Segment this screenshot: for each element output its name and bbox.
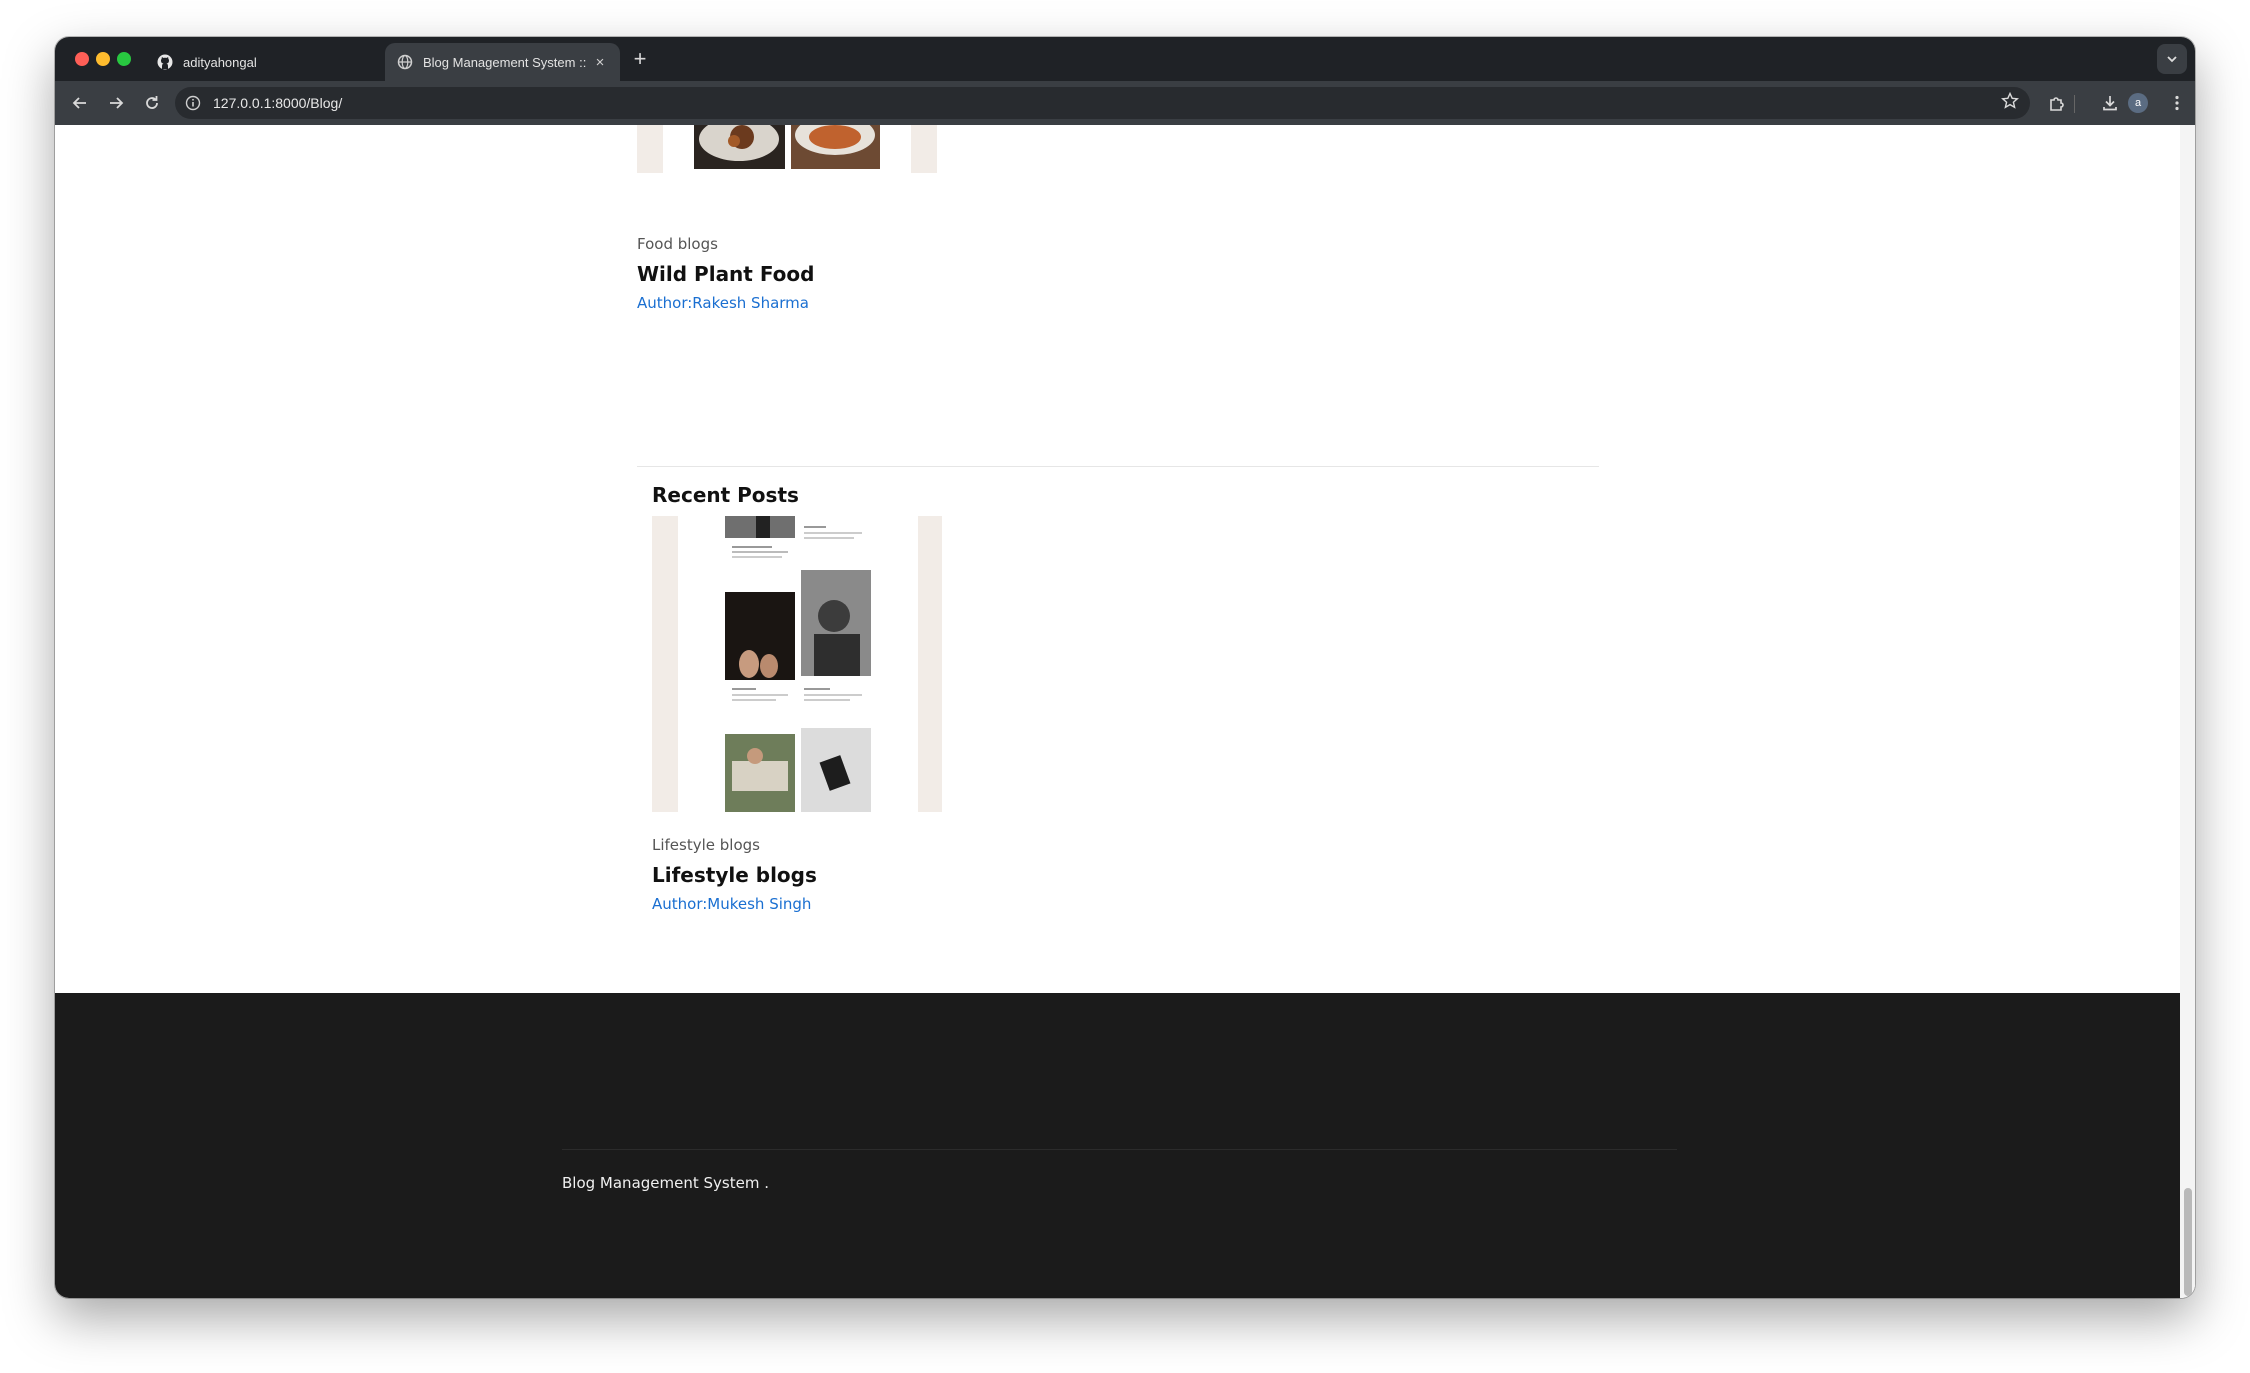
chevron-down-icon — [2167, 56, 2177, 63]
url-text: 127.0.0.1:8000/Blog/ — [213, 95, 343, 111]
post-author-link[interactable]: Author:Mukesh Singh — [652, 895, 811, 913]
minimize-window-button[interactable] — [96, 52, 110, 66]
post-author-link[interactable]: Author:Rakesh Sharma — [637, 294, 809, 312]
post-category: Food blogs — [637, 235, 718, 253]
forward-icon[interactable] — [105, 92, 127, 114]
globe-icon — [397, 54, 413, 70]
site-footer: Blog Management System . — [55, 993, 2180, 1298]
section-divider — [637, 466, 1599, 467]
toolbar-separator — [2074, 95, 2075, 113]
recent-posts-heading: Recent Posts — [652, 483, 799, 507]
tab-close-button[interactable]: × — [590, 54, 610, 71]
maximize-window-button[interactable] — [117, 52, 131, 66]
tab-blog-management[interactable]: Blog Management System :: Home × — [385, 43, 620, 81]
new-tab-button[interactable]: + — [628, 47, 652, 71]
tab-search-button[interactable] — [2157, 44, 2187, 74]
address-bar[interactable]: 127.0.0.1:8000/Blog/ — [175, 87, 2030, 119]
scrollbar-thumb[interactable] — [2184, 1188, 2192, 1296]
post-thumbnail[interactable] — [637, 125, 937, 173]
star-icon[interactable] — [2000, 91, 2020, 111]
post-title[interactable]: Wild Plant Food — [637, 262, 814, 286]
post-category: Lifestyle blogs — [652, 836, 760, 854]
footer-divider — [562, 1149, 1677, 1150]
download-icon[interactable] — [2099, 92, 2121, 114]
reload-icon[interactable] — [141, 92, 163, 114]
recent-post-thumbnail[interactable] — [652, 516, 942, 812]
menu-icon[interactable] — [2166, 92, 2188, 114]
browser-window: adityahongal × Blog Management System ::… — [55, 37, 2195, 1298]
post-title[interactable]: Lifestyle blogs — [652, 863, 817, 887]
github-icon — [157, 54, 173, 70]
tab-title: Blog Management System :: Home — [423, 54, 590, 70]
close-window-button[interactable] — [75, 52, 89, 66]
footer-copyright: Blog Management System . — [562, 1174, 769, 1192]
lifestyle-collage-image — [725, 516, 871, 812]
tab-bar: adityahongal × Blog Management System ::… — [55, 37, 2195, 81]
food-photo — [694, 125, 880, 169]
extensions-icon[interactable] — [2046, 92, 2068, 114]
profile-avatar[interactable]: a — [2128, 93, 2148, 113]
back-icon[interactable] — [69, 92, 91, 114]
scrollbar[interactable] — [2180, 125, 2195, 1298]
page-viewport: Food blogs Wild Plant Food Author:Rakesh… — [55, 125, 2195, 1298]
tab-title: adityahongal — [183, 54, 257, 70]
info-icon[interactable] — [183, 93, 203, 113]
toolbar: 127.0.0.1:8000/Blog/ a — [55, 81, 2195, 125]
